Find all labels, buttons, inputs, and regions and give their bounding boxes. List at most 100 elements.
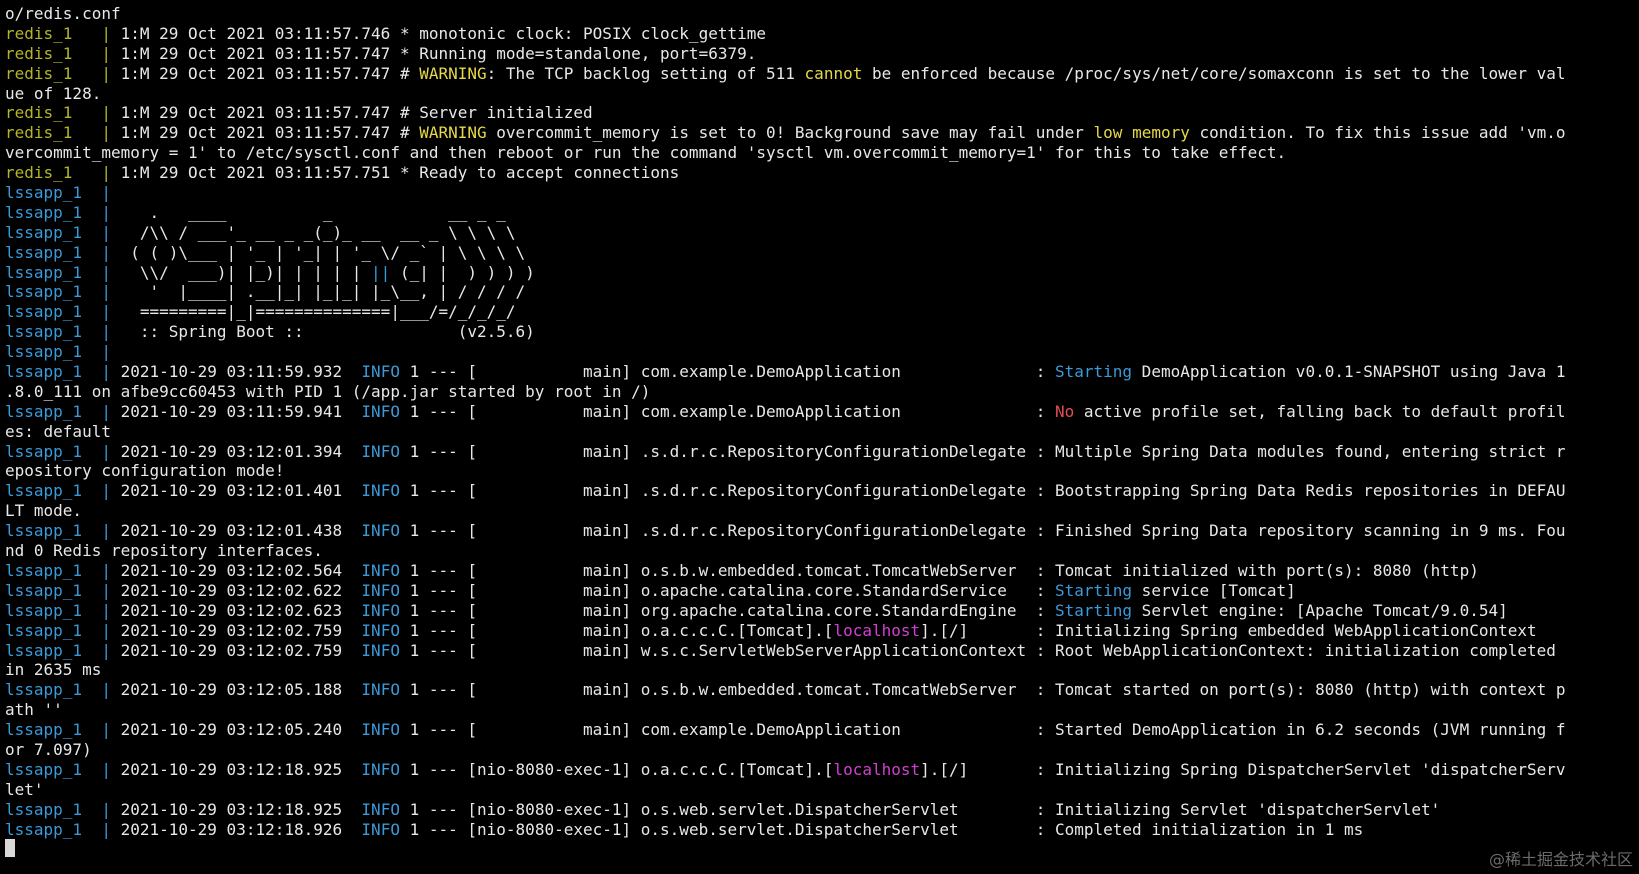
terminal-line: LT mode. <box>5 501 1639 521</box>
terminal-text-segment: lssapp_1 <box>5 362 102 382</box>
terminal-text-segment: lssapp_1 <box>5 242 102 262</box>
terminal-text-segment: | <box>101 720 121 740</box>
terminal-text-segment: lssapp_1 <box>5 580 102 600</box>
terminal-text-segment: DemoApplication v0.0.1-SNAPSHOT using Ja… <box>1132 362 1566 382</box>
terminal-line: ath '' <box>5 700 1639 720</box>
terminal-line: lssapp_1 | <box>5 342 1639 362</box>
terminal-text-segment: 1 --- [nio-8080-exec-1] o.s.web.servlet.… <box>399 799 1441 819</box>
terminal-line: lssapp_1 | 2021-10-29 03:12:02.623 INFO … <box>5 601 1639 621</box>
terminal-line: lssapp_1 | 2021-10-29 03:12:02.564 INFO … <box>5 561 1639 581</box>
terminal-text-segment: cannot <box>804 63 863 83</box>
terminal-line: or 7.097) <box>5 740 1639 760</box>
terminal-text-segment: 1 --- [ main] com.example.DemoApplicatio… <box>399 720 1566 740</box>
terminal-text-segment: 1:M 29 Oct 2021 03:11:57.746 * monotonic… <box>120 23 766 43</box>
terminal-text-segment: low memory <box>1093 123 1190 143</box>
terminal-text-segment: | <box>101 183 121 203</box>
terminal-text-segment: ( ( )\___ | '_ | '_| | '_ \/ _` | \ \ \ … <box>120 242 526 262</box>
terminal-text-segment: | <box>101 580 121 600</box>
terminal-text-segment: | <box>101 322 121 342</box>
terminal-line: lssapp_1 | 2021-10-29 03:12:02.622 INFO … <box>5 581 1639 601</box>
terminal-text-segment: lssapp_1 <box>5 481 102 501</box>
terminal-text-segment: | <box>101 103 121 123</box>
terminal-text-segment: active profile set, falling back to defa… <box>1074 401 1566 421</box>
terminal-text-segment: .8.0_111 on afbe9cc60453 with PID 1 (/ap… <box>5 381 651 401</box>
terminal-text-segment: | <box>101 401 121 421</box>
terminal-text-segment: | <box>101 441 121 461</box>
terminal-window[interactable]: o/redis.conf redis_1 | 1:M 29 Oct 2021 03… <box>0 0 1639 874</box>
terminal-text-segment: 2021-10-29 03:12:02.759 <box>120 620 362 640</box>
terminal-text-segment: INFO <box>361 560 400 580</box>
terminal-text-segment: INFO <box>361 720 400 740</box>
terminal-text-segment: Starting <box>1054 580 1133 600</box>
terminal-text-segment: No <box>1054 401 1075 421</box>
terminal-text-segment: lssapp_1 <box>5 302 102 322</box>
terminal-text-segment: 2021-10-29 03:12:18.925 <box>120 799 362 819</box>
terminal-text-segment: lssapp_1 <box>5 441 102 461</box>
terminal-text-segment: lssapp_1 <box>5 202 102 222</box>
terminal-text-segment: 1 --- [ main] o.apache.catalina.core.Sta… <box>399 580 1055 600</box>
terminal-text-segment: 2021-10-29 03:12:05.240 <box>120 720 362 740</box>
terminal-text-segment: INFO <box>361 759 400 779</box>
terminal-text-segment: or 7.097) <box>5 739 92 759</box>
terminal-text-segment: 2021-10-29 03:12:01.394 <box>120 441 362 461</box>
terminal-line: redis_1 | 1:M 29 Oct 2021 03:11:57.747 #… <box>5 103 1639 123</box>
terminal-text-segment: INFO <box>361 680 400 700</box>
terminal-text-segment: | <box>101 759 121 779</box>
terminal-text-segment: lssapp_1 <box>5 819 102 839</box>
terminal-text-segment: 2021-10-29 03:12:02.759 <box>120 640 362 660</box>
watermark: @稀土掘金技术社区 <box>1488 850 1633 869</box>
terminal-text-segment: 1 --- [ main] com.example.DemoApplicatio… <box>399 401 1055 421</box>
terminal-line: in 2635 ms <box>5 660 1639 680</box>
terminal-text-segment: 1 --- [ main] o.a.c.c.C.[Tomcat].[ <box>399 620 834 640</box>
terminal-text-segment: INFO <box>361 799 400 819</box>
terminal-line: redis_1 | 1:M 29 Oct 2021 03:11:57.747 #… <box>5 123 1639 143</box>
terminal-text-segment: | <box>101 620 121 640</box>
terminal-text-segment: overcommit_memory is set to 0! Backgroun… <box>486 123 1094 143</box>
terminal-text-segment: 1 --- [ main] w.s.c.ServletWebServerAppl… <box>399 640 1556 660</box>
terminal-text-segment: 2021-10-29 03:12:02.623 <box>120 600 362 620</box>
terminal-text-segment: Starting <box>1054 362 1133 382</box>
terminal-text-segment: nd 0 Redis repository interfaces. <box>5 541 323 561</box>
terminal-text-segment: ].[/] : Initializing Spring embedded Web… <box>920 620 1537 640</box>
terminal-text-segment: | <box>101 481 121 501</box>
terminal-line: lssapp_1 | ' |____| .__|_| |_|_| |_\__, … <box>5 282 1639 302</box>
terminal-text-segment: | <box>101 43 121 63</box>
terminal-text-segment: 1 --- [ main] .s.d.r.c.RepositoryConfigu… <box>399 441 1566 461</box>
terminal-line: lssapp_1 | 2021-10-29 03:12:05.188 INFO … <box>5 680 1639 700</box>
terminal-text-segment: redis_1 <box>5 163 102 183</box>
terminal-line: lssapp_1 | 2021-10-29 03:11:59.932 INFO … <box>5 362 1639 382</box>
terminal-text-segment: 2021-10-29 03:12:18.926 <box>120 819 362 839</box>
terminal-text-segment: lssapp_1 <box>5 282 102 302</box>
terminal-text-segment: o/redis.conf <box>5 4 121 23</box>
terminal-line: lssapp_1 | 2021-10-29 03:12:18.926 INFO … <box>5 820 1639 840</box>
terminal-prompt-line[interactable] <box>5 839 1639 859</box>
terminal-text-segment: INFO <box>361 580 400 600</box>
terminal-text-segment: Starting <box>1054 600 1133 620</box>
terminal-text-segment: 2021-10-29 03:12:02.564 <box>120 560 362 580</box>
terminal-text-segment: | <box>101 123 121 143</box>
terminal-text-segment: | <box>101 242 121 262</box>
terminal-text-segment: INFO <box>361 819 400 839</box>
terminal-text-segment: let' <box>5 779 44 799</box>
terminal-text-segment: (_| | ) ) ) ) <box>390 262 535 282</box>
terminal-text-segment: 1:M 29 Oct 2021 03:11:57.751 * Ready to … <box>120 163 680 183</box>
terminal-text-segment: lssapp_1 <box>5 342 102 362</box>
terminal-line: ue of 128. <box>5 84 1639 104</box>
terminal-text-segment: lssapp_1 <box>5 401 102 421</box>
terminal-text-segment: lssapp_1 <box>5 560 102 580</box>
terminal-text-segment: INFO <box>361 640 400 660</box>
terminal-line: lssapp_1 | 2021-10-29 03:12:02.759 INFO … <box>5 621 1639 641</box>
terminal-text-segment: 2021-10-29 03:12:01.438 <box>120 521 362 541</box>
terminal-text-segment: lssapp_1 <box>5 600 102 620</box>
text-cursor <box>5 839 15 858</box>
terminal-text-segment: | <box>101 222 121 242</box>
terminal-text-segment: | <box>101 799 121 819</box>
terminal-text-segment: WARNING <box>419 63 487 83</box>
terminal-text-segment: epository configuration mode! <box>5 461 285 481</box>
terminal-text-segment: lssapp_1 <box>5 262 102 282</box>
terminal-text-segment: 1 --- [ main] .s.d.r.c.RepositoryConfigu… <box>399 481 1566 501</box>
terminal-text-segment: 1:M 29 Oct 2021 03:11:57.747 * Running m… <box>120 43 757 63</box>
terminal-line: redis_1 | 1:M 29 Oct 2021 03:11:57.747 #… <box>5 64 1639 84</box>
terminal-text-segment: INFO <box>361 362 400 382</box>
terminal-line: redis_1 | 1:M 29 Oct 2021 03:11:57.746 *… <box>5 24 1639 44</box>
